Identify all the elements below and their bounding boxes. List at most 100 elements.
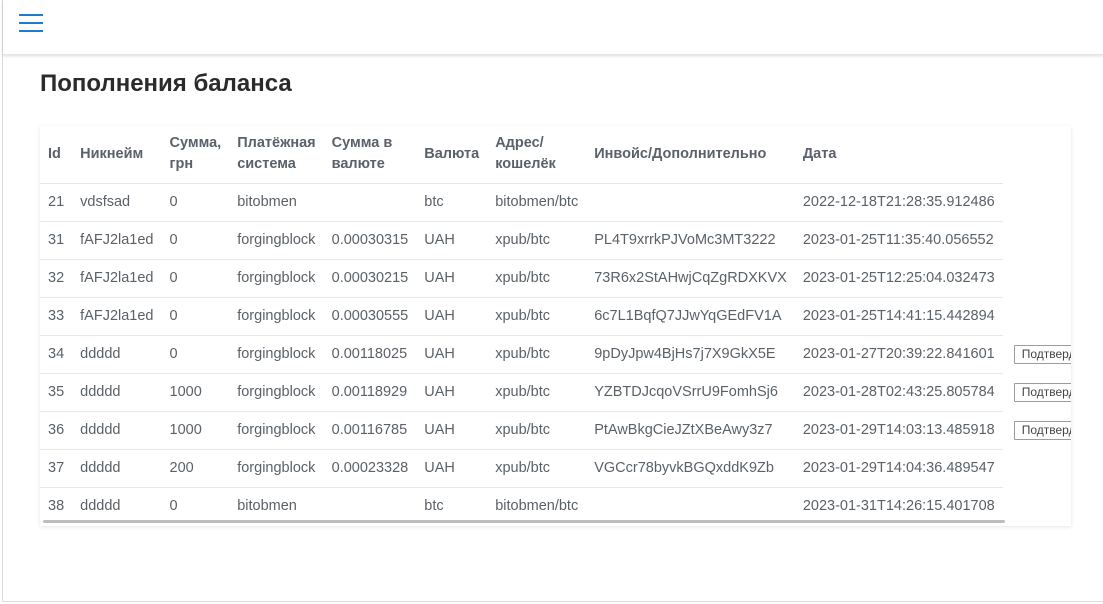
cell-date: 2023-01-25T11:35:40.056552 <box>794 221 1003 260</box>
cell-nickname: ddddd <box>72 411 162 450</box>
cell-sum-uah: 0 <box>161 183 230 222</box>
cell-payment-system: forgingblock <box>229 449 324 488</box>
deposits-table: Id Никнейм Сумма, грн Платёжная система … <box>40 126 1071 525</box>
cell-payment-system: forgingblock <box>229 259 324 298</box>
horizontal-scrollbar[interactable] <box>43 520 1005 523</box>
cell-action: Подтвердить <box>1003 335 1071 373</box>
cell-currency: UAH <box>416 335 488 374</box>
cell-invoice <box>586 183 795 222</box>
table-body: 21 vdsfsad 0 bitobmen btc bitobmen/btc 2022-12… <box>40 183 1071 525</box>
cell-action <box>1003 221 1071 259</box>
cell-sum-uah: 200 <box>161 449 230 488</box>
cell-id: 33 <box>40 297 73 336</box>
cell-invoice: PtAwBkgCieJZtXBeAwy3z7 <box>586 411 795 450</box>
column-header-payment-system: Платёжная система <box>229 126 324 184</box>
cell-nickname: fAFJ2la1ed <box>72 221 162 260</box>
cell-id: 36 <box>40 411 73 450</box>
cell-invoice: YZBTDJcqoVSrrU9FomhSj6 <box>586 373 795 412</box>
cell-currency: UAH <box>416 259 488 298</box>
column-header-address: Адрес/кошелёк <box>487 126 587 184</box>
column-header-action <box>1003 126 1071 183</box>
cell-date: 2022-12-18T21:28:35.912486 <box>794 183 1003 222</box>
app-frame: Пополнения баланса Id Никнейм Сумма, грн… <box>2 0 1103 602</box>
cell-payment-system: forgingblock <box>229 221 324 260</box>
cell-amount: 0.00118025 <box>323 335 417 374</box>
table-row: 33 fAFJ2la1ed 0 forgingblock 0.00030555 UAH xp… <box>40 297 1071 336</box>
cell-payment-system: forgingblock <box>229 411 324 450</box>
cell-address: xpub/btc <box>487 221 587 260</box>
cell-address: xpub/btc <box>487 449 587 488</box>
cell-action <box>1003 487 1071 525</box>
cell-address: xpub/btc <box>487 373 587 412</box>
table-row: 32 fAFJ2la1ed 0 forgingblock 0.00030215 UAH xp… <box>40 259 1071 298</box>
cell-sum-uah: 0 <box>161 335 230 374</box>
cell-nickname: ddddd <box>72 335 162 374</box>
hamburger-menu-icon[interactable] <box>17 11 45 37</box>
cell-payment-system: forgingblock <box>229 373 324 412</box>
cell-date: 2023-01-25T12:25:04.032473 <box>794 259 1003 298</box>
cell-nickname: fAFJ2la1ed <box>72 297 162 336</box>
page-title: Пополнения баланса <box>40 70 292 97</box>
cell-currency: UAH <box>416 449 488 488</box>
cell-amount: 0.00030215 <box>323 259 417 298</box>
cell-amount: 0.00030315 <box>323 221 417 260</box>
cell-invoice: 73R6x2StAHwjCqZgRDXKVX <box>586 259 795 298</box>
table-row: 36 ddddd 1000 forgingblock 0.00116785 UAH xpub… <box>40 411 1071 450</box>
cell-payment-system: forgingblock <box>229 335 324 374</box>
cell-amount: 0.00023328 <box>323 449 417 488</box>
cell-currency: btc <box>416 183 488 222</box>
cell-address: xpub/btc <box>487 411 587 450</box>
cell-date: 2023-01-27T20:39:22.841601 <box>794 335 1003 374</box>
deposits-table-container[interactable]: Id Никнейм Сумма, грн Платёжная система … <box>40 126 1071 526</box>
cell-address: xpub/btc <box>487 259 587 298</box>
column-header-sum-uah: Сумма, грн <box>161 126 230 184</box>
cell-sum-uah: 0 <box>161 221 230 260</box>
cell-date: 2023-01-25T14:41:15.442894 <box>794 297 1003 336</box>
cell-nickname: vdsfsad <box>72 183 162 222</box>
cell-id: 37 <box>40 449 73 488</box>
table-row: 34 ddddd 0 forgingblock 0.00118025 UAH xpub/bt… <box>40 335 1071 374</box>
table-row: 21 vdsfsad 0 bitobmen btc bitobmen/btc 2022-12… <box>40 183 1071 222</box>
cell-nickname: fAFJ2la1ed <box>72 259 162 298</box>
column-header-nickname: Никнейм <box>72 126 162 184</box>
cell-date: 2023-01-29T14:04:36.489547 <box>794 449 1003 488</box>
cell-invoice: VGCcr78byvkBGQxddK9Zb <box>586 449 795 488</box>
cell-id: 21 <box>40 183 73 222</box>
cell-date: 2023-01-29T14:03:13.485918 <box>794 411 1003 450</box>
cell-currency: UAH <box>416 221 488 260</box>
column-header-currency: Валюта <box>416 126 488 184</box>
cell-sum-uah: 0 <box>161 297 230 336</box>
confirm-button[interactable]: Подтвердить <box>1013 420 1071 440</box>
cell-address: bitobmen/btc <box>487 183 587 222</box>
cell-amount <box>323 183 417 222</box>
table-row: 37 ddddd 200 forgingblock 0.00023328 UAH xpub/… <box>40 449 1071 488</box>
cell-amount: 0.00118929 <box>323 373 417 412</box>
top-bar <box>3 0 1103 55</box>
cell-action <box>1003 449 1071 487</box>
column-header-date: Дата <box>794 126 1003 184</box>
confirm-button[interactable]: Подтвердить <box>1013 382 1071 402</box>
cell-sum-uah: 1000 <box>161 373 230 412</box>
confirm-button[interactable]: Подтвердить <box>1013 344 1071 364</box>
cell-id: 32 <box>40 259 73 298</box>
cell-amount: 0.00116785 <box>323 411 417 450</box>
cell-action <box>1003 297 1071 335</box>
column-header-invoice: Инвойс/Дополнительно <box>586 126 795 184</box>
cell-id: 35 <box>40 373 73 412</box>
cell-id: 34 <box>40 335 73 374</box>
cell-currency: UAH <box>416 373 488 412</box>
cell-invoice: 9pDyJpw4BjHs7j7X9GkX5E <box>586 335 795 374</box>
cell-action: Подтвердить <box>1003 411 1071 449</box>
cell-currency: UAH <box>416 411 488 450</box>
table-row: 31 fAFJ2la1ed 0 forgingblock 0.00030315 UAH xp… <box>40 221 1071 260</box>
cell-action <box>1003 183 1071 221</box>
cell-invoice: PL4T9xrrkPJVoMc3MT3222 <box>586 221 795 260</box>
cell-date: 2023-01-28T02:43:25.805784 <box>794 373 1003 412</box>
cell-nickname: ddddd <box>72 373 162 412</box>
cell-address: xpub/btc <box>487 335 587 374</box>
cell-id: 31 <box>40 221 73 260</box>
cell-nickname: ddddd <box>72 449 162 488</box>
table-header-row: Id Никнейм Сумма, грн Платёжная система … <box>40 126 1071 184</box>
cell-action <box>1003 259 1071 297</box>
column-header-id: Id <box>40 126 73 184</box>
